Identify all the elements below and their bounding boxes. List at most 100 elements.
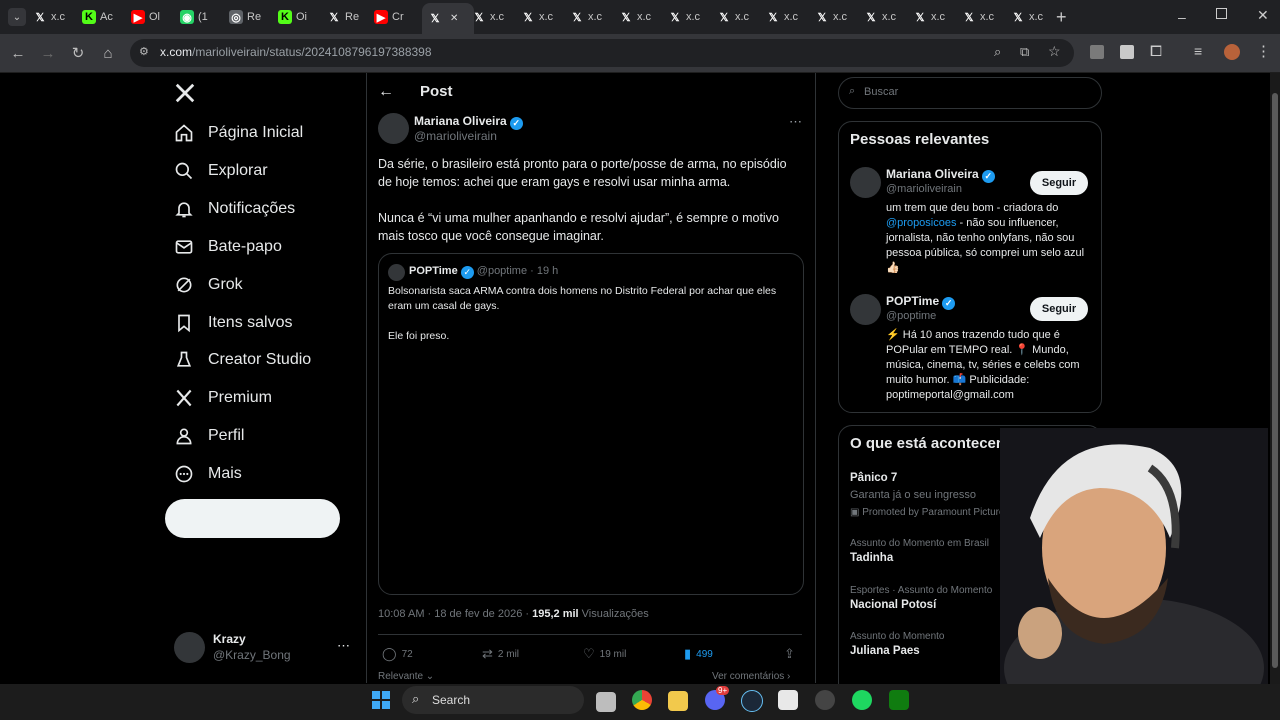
sort-dropdown[interactable]: Relevante ⌄ bbox=[378, 671, 434, 682]
sidebar-item-página-inicial[interactable]: Página Inicial bbox=[174, 123, 303, 143]
address-bar[interactable]: ⚙ x.com/marioliveirain/status/2024108796… bbox=[130, 39, 1074, 67]
browser-tab[interactable]: 𝕏x.c bbox=[864, 5, 904, 29]
browser-tab[interactable]: 𝕏x.c bbox=[717, 5, 757, 29]
extension-icon[interactable] bbox=[1090, 45, 1104, 59]
taskbar-search[interactable]: ⌕ Search bbox=[402, 686, 584, 714]
youtube-icon: ▶ bbox=[374, 10, 388, 24]
browser-tab[interactable]: ▶ Cr bbox=[374, 5, 414, 29]
person-handle[interactable]: @marioliveirain bbox=[886, 183, 962, 195]
sidebar-item-creator-studio[interactable]: Creator Studio bbox=[174, 350, 311, 370]
like-button[interactable]: ♡ 19 mil bbox=[583, 646, 626, 662]
tab-search-icon[interactable]: ⌄ bbox=[8, 8, 26, 26]
post-author-name[interactable]: Mariana Oliveira ✓ bbox=[414, 114, 523, 130]
site-info-icon[interactable]: ⚙ bbox=[139, 45, 149, 58]
kick-icon: K bbox=[82, 10, 96, 24]
app-icon[interactable] bbox=[778, 690, 798, 710]
browser-tab[interactable]: ◎ Re bbox=[229, 5, 269, 29]
file-explorer-icon[interactable] bbox=[668, 691, 688, 711]
chrome-icon[interactable] bbox=[632, 690, 652, 710]
task-view-icon[interactable] bbox=[596, 692, 616, 712]
xbox-icon[interactable] bbox=[889, 690, 909, 710]
new-tab-icon[interactable]: + bbox=[1056, 7, 1067, 28]
browser-tab[interactable]: 𝕏x.c bbox=[815, 5, 855, 29]
minimize-icon[interactable]: – bbox=[1178, 9, 1186, 25]
profile-avatar-icon[interactable] bbox=[1224, 44, 1240, 60]
browser-tab[interactable]: 𝕏x.c bbox=[962, 5, 1002, 29]
url-text: x.com/marioliveirain/status/202410879619… bbox=[160, 45, 432, 59]
repost-button[interactable]: ⇄ 2 mil bbox=[482, 646, 519, 662]
sidebar-item-premium[interactable]: Premium bbox=[174, 388, 272, 408]
promoted-icon: ▣ bbox=[850, 507, 860, 518]
browser-tab[interactable]: 𝕏x.c bbox=[570, 5, 610, 29]
browser-tab[interactable]: 𝕏x.c bbox=[913, 5, 953, 29]
bookmark-star-icon[interactable]: ☆ bbox=[1048, 43, 1061, 60]
browser-tab[interactable]: 𝕏x.c bbox=[472, 5, 512, 29]
post-more-icon[interactable]: ⋯ bbox=[789, 114, 802, 130]
extensions-puzzle-icon[interactable]: ⧠ bbox=[1150, 43, 1162, 60]
reload-icon[interactable]: ↻ bbox=[67, 42, 89, 64]
sidebar-item-perfil[interactable]: Perfil bbox=[174, 426, 244, 446]
close-window-icon[interactable]: ✕ bbox=[1257, 7, 1269, 24]
person-name[interactable]: POPTime ✓ bbox=[886, 294, 956, 310]
windows-start-icon[interactable] bbox=[372, 691, 390, 709]
bookmark-button[interactable]: ▮ 499 bbox=[684, 646, 713, 662]
sidebar-item-notificações[interactable]: Notificações bbox=[174, 199, 295, 219]
search-box[interactable]: ⌕ Buscar bbox=[838, 77, 1102, 109]
extension-2-icon[interactable] bbox=[1120, 45, 1134, 59]
media-control-icon[interactable]: ≡ bbox=[1194, 43, 1202, 59]
browser-tab[interactable]: 𝕏 ✕ bbox=[422, 3, 474, 34]
browser-tab[interactable]: ▶ Ol bbox=[131, 5, 171, 29]
zoom-icon[interactable]: ⌕ bbox=[994, 44, 1001, 60]
sidebar-item-mais[interactable]: Mais bbox=[174, 464, 242, 484]
steam-icon[interactable] bbox=[741, 690, 763, 712]
sidebar-item-explorar[interactable]: Explorar bbox=[174, 161, 268, 181]
browser-menu-icon[interactable]: ⋮ bbox=[1256, 42, 1271, 60]
reply-button[interactable]: ◯ 72 bbox=[382, 646, 413, 662]
person-handle[interactable]: @poptime bbox=[886, 310, 936, 322]
sidebar-item-grok[interactable]: Grok bbox=[174, 275, 243, 295]
browser-tab[interactable]: 𝕏x.c bbox=[668, 5, 708, 29]
sidebar-item-itens-salvos[interactable]: Itens salvos bbox=[174, 313, 292, 333]
account-more-icon[interactable]: ⋯ bbox=[337, 638, 350, 654]
browser-tab[interactable]: 𝕏x.c bbox=[33, 5, 73, 29]
share-icon[interactable]: ⇪ bbox=[784, 646, 795, 662]
view-comments-link[interactable]: Ver comentários › bbox=[712, 671, 790, 682]
browser-tab[interactable]: ◉ (1 bbox=[180, 5, 220, 29]
account-avatar[interactable] bbox=[174, 632, 205, 663]
back-arrow-icon[interactable]: ← bbox=[378, 83, 394, 101]
browser-tab[interactable]: 𝕏x.c bbox=[766, 5, 806, 29]
person-name[interactable]: Mariana Oliveira ✓ bbox=[886, 167, 995, 183]
trend-name[interactable]: Tadinha bbox=[850, 552, 893, 564]
obs-icon[interactable] bbox=[815, 690, 835, 710]
tab-label: x.c bbox=[833, 11, 848, 23]
forward-icon[interactable]: → bbox=[37, 42, 59, 64]
close-tab-icon[interactable]: ✕ bbox=[450, 13, 458, 24]
x-logo-icon[interactable] bbox=[174, 82, 196, 109]
restore-icon[interactable] bbox=[1216, 8, 1227, 19]
person-avatar[interactable] bbox=[850, 167, 881, 198]
follow-button[interactable]: Seguir bbox=[1030, 171, 1088, 195]
install-app-icon[interactable]: ⧉ bbox=[1020, 44, 1029, 60]
trend-name[interactable]: Juliana Paes bbox=[850, 645, 920, 657]
page-scrollbar[interactable] bbox=[1270, 73, 1280, 684]
post-author-avatar[interactable] bbox=[378, 113, 409, 144]
follow-button[interactable]: Seguir bbox=[1030, 297, 1088, 321]
post-button[interactable] bbox=[165, 499, 340, 538]
spotify-icon[interactable] bbox=[852, 690, 872, 710]
verified-badge-icon: ✓ bbox=[460, 266, 474, 279]
back-icon[interactable]: ← bbox=[7, 42, 29, 64]
mention-link[interactable]: @proposicoes bbox=[886, 217, 956, 229]
post-author-handle[interactable]: @marioliveirain bbox=[414, 129, 497, 143]
browser-tab[interactable]: 𝕏x.c bbox=[521, 5, 561, 29]
browser-tab[interactable]: 𝕏 Re bbox=[327, 5, 367, 29]
browser-tab[interactable]: 𝕏x.c bbox=[619, 5, 659, 29]
trend-name[interactable]: Nacional Potosí bbox=[850, 599, 936, 611]
trend-name[interactable]: Pânico 7 bbox=[850, 472, 897, 484]
quoted-post[interactable]: POPTime ✓ @poptime · 19 h Bolsonarista sa… bbox=[378, 253, 804, 595]
browser-tab[interactable]: K Ac bbox=[82, 5, 122, 29]
browser-tab[interactable]: K Oi bbox=[278, 5, 318, 29]
browser-tab[interactable]: 𝕏x.c bbox=[1011, 5, 1051, 29]
home-browser-icon[interactable]: ⌂ bbox=[97, 42, 119, 64]
person-avatar[interactable] bbox=[850, 294, 881, 325]
sidebar-item-bate-papo[interactable]: Bate-papo bbox=[174, 237, 282, 257]
